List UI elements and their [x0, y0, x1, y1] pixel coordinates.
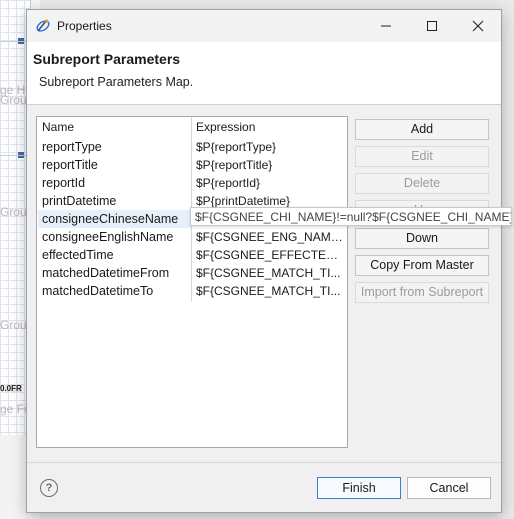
- app-icon: [36, 19, 50, 32]
- param-name: reportTitle: [42, 158, 98, 172]
- table-row[interactable]: reportType $P{reportType}: [37, 138, 347, 156]
- finish-button[interactable]: Finish: [317, 477, 401, 499]
- param-expression: $F{CSGNEE_ENG_NAME...: [196, 230, 344, 244]
- copy-from-master-button[interactable]: Copy From Master: [355, 255, 489, 276]
- import-from-subreport-button[interactable]: Import from Subreport: [355, 282, 489, 303]
- column-header-name[interactable]: Name: [42, 120, 74, 134]
- table-row[interactable]: reportTitle $P{reportTitle}: [37, 156, 347, 174]
- table-row[interactable]: consigneeEnglishName $F{CSGNEE_ENG_NAME.…: [37, 228, 347, 246]
- param-name: reportId: [42, 176, 86, 190]
- expression-tooltip: $F{CSGNEE_CHI_NAME}!=null?$F{CSGNEE_CHI_…: [190, 207, 512, 226]
- close-icon: [472, 20, 484, 32]
- help-icon[interactable]: ?: [40, 479, 58, 497]
- table-row[interactable]: reportId $P{reportId}: [37, 174, 347, 192]
- param-expression: $P{reportType}: [196, 140, 277, 154]
- properties-dialog: Properties Subreport Parameters Subrepor…: [26, 9, 502, 513]
- cancel-button[interactable]: Cancel: [407, 477, 491, 499]
- column-header-expression[interactable]: Expression: [196, 120, 255, 134]
- edit-button[interactable]: Edit: [355, 146, 489, 167]
- param-name: consigneeChineseName: [42, 212, 179, 226]
- param-name: matchedDatetimeFrom: [42, 266, 170, 280]
- param-expression: $P{reportTitle}: [196, 158, 273, 172]
- add-button[interactable]: Add: [355, 119, 489, 140]
- param-name: matchedDatetimeTo: [42, 284, 154, 298]
- wizard-header: Subreport Parameters Subreport Parameter…: [27, 42, 501, 105]
- down-button[interactable]: Down: [355, 228, 489, 249]
- parameters-table[interactable]: Name Expression reportType $P{reportType…: [36, 116, 348, 448]
- field-label: 0.0FR: [0, 384, 22, 393]
- table-row[interactable]: matchedDatetimeTo $F{CSGNEE_MATCH_TI...: [37, 282, 347, 300]
- footer-divider: [27, 462, 501, 463]
- param-expression: $F{CSGNEE_MATCH_TI...: [196, 284, 341, 298]
- param-name: reportType: [42, 140, 102, 154]
- param-name: consigneeEnglishName: [42, 230, 174, 244]
- minimize-icon: [381, 25, 391, 27]
- param-name: effectedTime: [42, 248, 114, 262]
- page-title: Subreport Parameters: [33, 51, 181, 67]
- param-expression: $P{reportId}: [196, 176, 261, 190]
- param-expression: $F{CSGNEE_EFFECTED_...: [196, 248, 344, 262]
- delete-button[interactable]: Delete: [355, 173, 489, 194]
- page-description: Subreport Parameters Map.: [39, 75, 194, 89]
- param-expression: $F{CSGNEE_MATCH_TI...: [196, 266, 341, 280]
- param-name: printDatetime: [42, 194, 117, 208]
- close-button[interactable]: [455, 10, 501, 42]
- dialog-title: Properties: [57, 19, 112, 33]
- band-label: Grou: [0, 318, 27, 332]
- maximize-button[interactable]: [409, 10, 455, 42]
- table-row[interactable]: matchedDatetimeFrom $F{CSGNEE_MATCH_TI..…: [37, 264, 347, 282]
- band-label: Grou: [0, 205, 27, 219]
- table-row[interactable]: effectedTime $F{CSGNEE_EFFECTED_...: [37, 246, 347, 264]
- minimize-button[interactable]: [363, 10, 409, 42]
- maximize-icon: [427, 21, 437, 31]
- param-expression: $P{printDatetime}: [196, 194, 291, 208]
- band-label: Grou: [0, 93, 27, 107]
- title-bar[interactable]: Properties: [27, 10, 501, 42]
